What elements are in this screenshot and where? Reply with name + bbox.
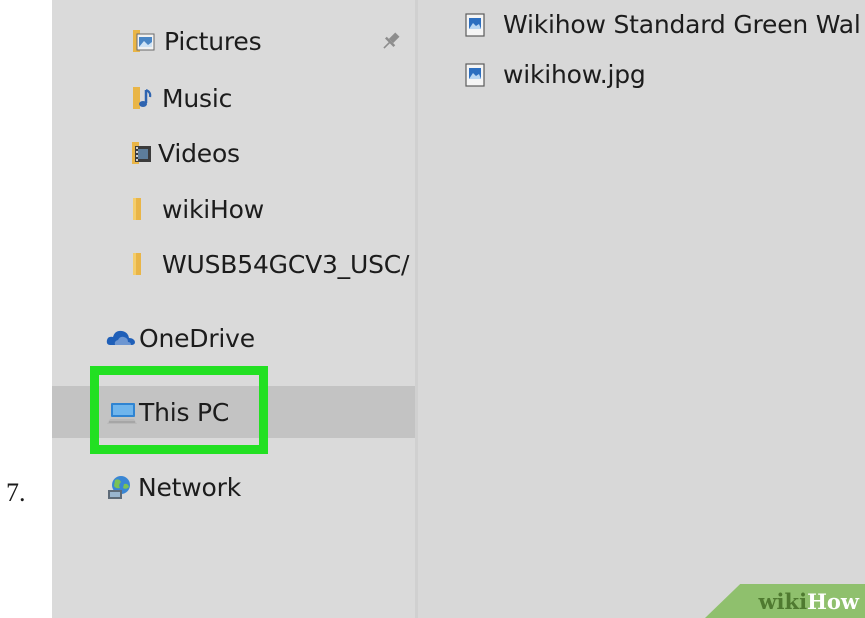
nav-item-onedrive[interactable]: OneDrive (52, 312, 415, 364)
nav-item-network[interactable]: Network (52, 461, 415, 513)
nav-item-wusb54gcv3[interactable]: WUSB54GCV3_USC/ (52, 238, 415, 290)
nav-item-videos[interactable]: Videos (52, 127, 415, 179)
nav-item-pictures[interactable]: Pictures (52, 15, 415, 67)
nav-item-wikihow[interactable]: wikiHow (52, 183, 415, 235)
nav-item-label: Pictures (164, 26, 262, 56)
page: 7. Pictures Music Videos wikiHow WUSB54G… (0, 0, 865, 618)
onedrive-icon (106, 327, 136, 349)
nav-item-label: OneDrive (139, 323, 255, 353)
file-item-wikihow-standard-green[interactable]: Wikihow Standard Green Wal (465, 10, 861, 39)
nav-item-label: WUSB54GCV3_USC/ (162, 249, 410, 279)
nav-item-label: Music (162, 83, 233, 113)
nav-item-label: This PC (139, 397, 230, 427)
nav-item-this-pc[interactable]: This PC (52, 386, 415, 438)
pin-icon[interactable] (380, 30, 402, 56)
this-pc-icon (106, 398, 138, 426)
nav-item-label: Network (138, 472, 241, 502)
folder-icon (131, 196, 143, 222)
nav-item-label: Videos (158, 138, 240, 168)
navigation-pane[interactable]: Pictures Music Videos wikiHow WUSB54GCV3… (52, 0, 415, 618)
file-item-label: wikihow.jpg (503, 60, 646, 89)
image-file-icon (465, 62, 485, 87)
watermark-part-2: How (807, 588, 859, 614)
folder-icon (131, 251, 143, 277)
step-number: 7. (6, 478, 26, 507)
watermark-part-1: wiki (758, 588, 808, 614)
nav-item-music[interactable]: Music (52, 72, 415, 124)
nav-item-label: wikiHow (162, 194, 264, 224)
music-folder-icon (131, 85, 153, 111)
file-explorer-window: Pictures Music Videos wikiHow WUSB54GCV3… (52, 0, 865, 618)
videos-folder-icon (131, 140, 153, 166)
network-icon (106, 474, 134, 500)
file-list-pane[interactable]: Wikihow Standard Green Wal wikihow.jpg (418, 0, 865, 618)
pictures-folder-icon (131, 28, 155, 54)
file-item-wikihow-jpg[interactable]: wikihow.jpg (465, 60, 646, 89)
image-file-icon (465, 12, 485, 37)
file-item-label: Wikihow Standard Green Wal (503, 10, 861, 39)
